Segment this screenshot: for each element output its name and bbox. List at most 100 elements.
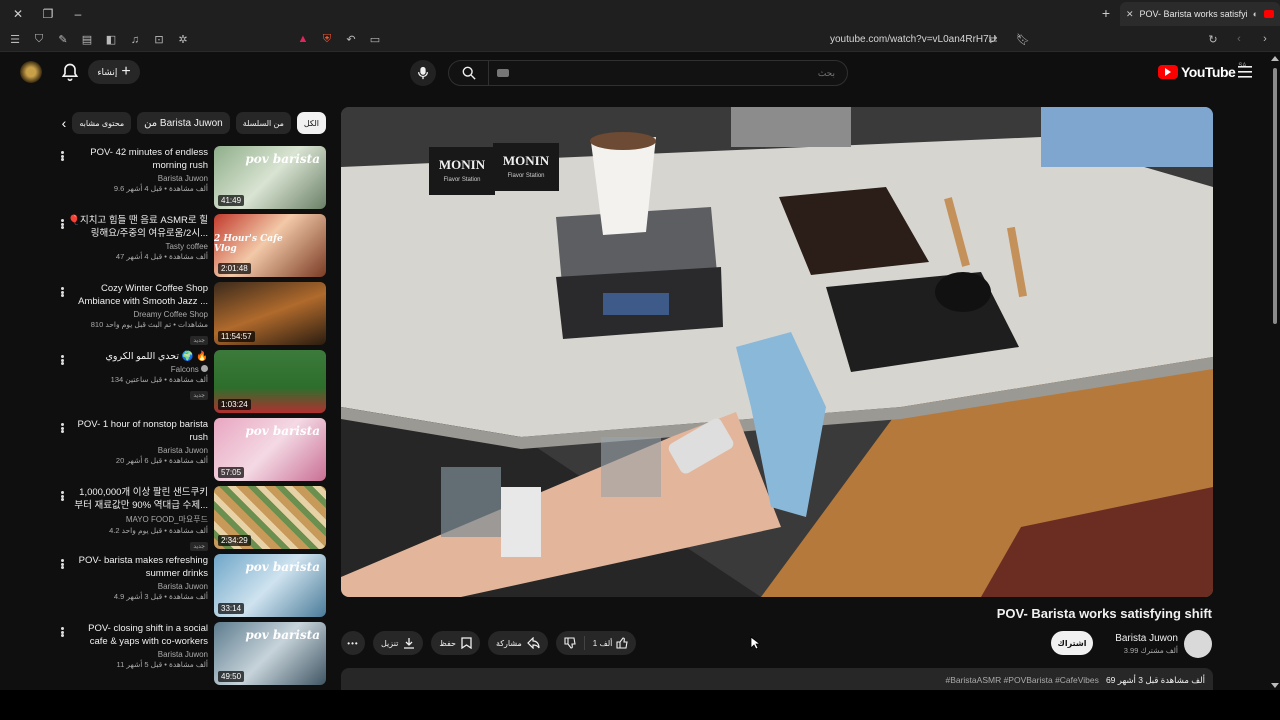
list-item[interactable]: Cozy Winter Coffee Shop Ambiance with Sm…	[50, 282, 326, 350]
more-options-icon[interactable]	[56, 422, 68, 434]
reload-icon[interactable]: ↻	[1206, 32, 1220, 46]
search-input[interactable]	[509, 68, 847, 78]
list-item[interactable]: 🎈지치고 힘들 땐 음료 ASMR로 힐링해요/주중의 여유로움/2시... T…	[50, 214, 326, 282]
description-box[interactable]: #BaristaASMR #POVBarista #CafeVibes 69 أ…	[341, 668, 1213, 692]
bookmark-icon[interactable]: 🔖︎	[1016, 32, 1030, 46]
rec-thumbnail[interactable]: pov barista 57:05	[214, 418, 326, 481]
more-options-icon[interactable]	[56, 218, 68, 230]
list-item[interactable]: POV- 1 hour of nonstop barista rush Bari…	[50, 418, 326, 486]
rec-title[interactable]: Cozy Winter Coffee Shop Ambiance with Sm…	[68, 282, 208, 308]
list-item[interactable]: تحدي اللمو الكروي 🌍 🔥 Falcons 134 ألف مش…	[50, 350, 326, 418]
aria-icon[interactable]: ▲	[296, 32, 310, 46]
account-avatar[interactable]	[20, 61, 42, 83]
subscribe-button[interactable]: اشتراك	[1051, 631, 1093, 655]
scrollbar-thumb[interactable]	[1273, 68, 1277, 324]
voice-search-button[interactable]	[410, 60, 436, 86]
rec-channel[interactable]: MAYO FOOD_마요푸드	[68, 514, 208, 525]
rec-thumbnail[interactable]: pov barista 33:14	[214, 554, 326, 617]
rec-channel[interactable]: Falcons	[68, 365, 208, 374]
list-item[interactable]: POV- barista makes refreshing summer dri…	[50, 554, 326, 622]
rec-channel[interactable]: Barista Juwon	[68, 446, 208, 455]
address-settings-icon[interactable]: ⇄	[986, 32, 1000, 46]
save-button[interactable]: حفظ	[431, 631, 480, 655]
rec-channel[interactable]: Barista Juwon	[68, 582, 208, 591]
keyboard-icon[interactable]	[497, 69, 509, 77]
youtube-logo[interactable]: YouTube SA	[1158, 63, 1246, 80]
rec-thumbnail[interactable]: 1:03:24	[214, 350, 326, 413]
more-options-icon[interactable]	[56, 626, 68, 638]
rec-title[interactable]: 🎈지치고 힘들 땐 음료 ASMR로 힐링해요/주중의 여유로움/2시...	[68, 214, 208, 240]
rec-title[interactable]: POV- 42 minutes of endless morning rush	[68, 146, 208, 172]
brave-shield-icon[interactable]: ⛨	[320, 32, 334, 46]
create-button[interactable]: إنشاء +	[88, 60, 140, 84]
browser-tab-active[interactable]: ✕ POV- Barista works satisfying ◐	[1120, 2, 1280, 26]
cast-icon[interactable]: ▭	[368, 32, 382, 46]
rec-thumbnail[interactable]: pov barista 49:50	[214, 622, 326, 685]
rec-title[interactable]: تحدي اللمو الكروي 🌍 🔥	[68, 350, 208, 363]
extensions-icon[interactable]: ✎	[56, 33, 70, 47]
chip-from-series[interactable]: من السلسلة	[235, 112, 291, 134]
rec-channel[interactable]: Barista Juwon	[68, 174, 208, 183]
close-window-icon[interactable]: ✕	[10, 6, 26, 22]
restore-window-icon[interactable]: ❐	[40, 6, 56, 22]
download-button[interactable]: تنزيل	[373, 631, 424, 655]
description-tags[interactable]: #BaristaASMR #POVBarista #CafeVibes	[945, 675, 1098, 685]
rec-thumbnail[interactable]: 2 Hour's Cafe Vlog 2:01:48	[214, 214, 326, 277]
more-actions-button[interactable]: •••	[341, 631, 365, 655]
more-options-icon[interactable]	[56, 490, 68, 502]
tab-audio-icon[interactable]: ◐	[1253, 9, 1258, 19]
rec-channel[interactable]: Tasty coffee	[68, 242, 208, 251]
scroll-up-arrow-icon[interactable]	[1271, 56, 1279, 61]
chip-related[interactable]: محتوى مشابه	[72, 112, 132, 134]
list-item[interactable]: POV- closing shift in a social cafe & ya…	[50, 622, 326, 690]
more-options-icon[interactable]	[56, 286, 68, 298]
owner-channel-name[interactable]: Barista Juwon	[1115, 633, 1178, 644]
more-options-icon[interactable]	[56, 150, 68, 162]
chip-from-channel[interactable]: من Barista Juwon	[137, 112, 230, 134]
rec-title[interactable]: POV- barista makes refreshing summer dri…	[68, 554, 208, 580]
rec-channel[interactable]: Dreamy Coffee Shop	[68, 310, 208, 319]
search-button[interactable]	[449, 61, 489, 85]
chip-all[interactable]: الكل	[296, 112, 326, 134]
share-button[interactable]: مشاركة	[487, 631, 548, 655]
back-icon[interactable]: ‹	[1232, 32, 1246, 46]
address-bar[interactable]: youtube.com/watch?v=vL0an4RrH7U	[830, 34, 996, 45]
tab-close-icon[interactable]: ✕	[1126, 9, 1134, 20]
notifications-bell-icon[interactable]	[60, 62, 80, 82]
rec-title[interactable]: 1,000,000개 이상 팔린 샌드쿠키 부터 재료값만 90% 역대급 수제…	[68, 486, 208, 512]
guide-menu-icon[interactable]	[1238, 66, 1252, 78]
tabs-icon[interactable]: ▤	[80, 33, 94, 47]
channel-avatar[interactable]	[1184, 630, 1212, 658]
more-options-icon[interactable]	[56, 354, 68, 366]
new-tab-button[interactable]: +	[1102, 5, 1110, 21]
music-icon[interactable]: ♫	[128, 33, 142, 47]
minimize-window-icon[interactable]: –	[70, 6, 86, 22]
duration-badge: 11:54:57	[218, 331, 255, 342]
shield-icon[interactable]: ⛉	[32, 33, 46, 47]
page-scrollbar[interactable]	[1270, 54, 1280, 690]
rec-channel[interactable]: Barista Juwon	[68, 650, 208, 659]
video-owner[interactable]: Barista Juwon 3.99 ألف مشترك	[1115, 630, 1212, 658]
rec-thumbnail[interactable]: 11:54:57	[214, 282, 326, 345]
list-item[interactable]: 1,000,000개 이상 팔린 샌드쿠키 부터 재료값만 90% 역대급 수제…	[50, 486, 326, 554]
rec-title[interactable]: POV- 1 hour of nonstop barista rush	[68, 418, 208, 444]
puzzle-icon[interactable]: ✲	[176, 33, 190, 47]
rec-channel-name[interactable]: Falcons	[171, 365, 199, 374]
list-item[interactable]: POV- 42 minutes of endless morning rush …	[50, 146, 326, 214]
rec-thumbnail[interactable]: 2:34:29	[214, 486, 326, 549]
dislike-button[interactable]	[556, 631, 584, 655]
more-options-icon[interactable]	[56, 558, 68, 570]
video-player[interactable]: MONIN Flavor Station MONIN Flavor Statio…	[341, 107, 1213, 597]
duration-badge: 41:49	[218, 195, 245, 206]
like-button[interactable]: 1 ألف	[585, 631, 637, 655]
sidebar-icon[interactable]: ◧	[104, 33, 118, 47]
undo-icon[interactable]: ↶	[344, 32, 358, 46]
youtube-play-logo-icon	[1158, 65, 1178, 79]
scroll-down-arrow-icon[interactable]	[1271, 683, 1279, 688]
menu-icon[interactable]: ☰	[8, 33, 22, 47]
screenshot-icon[interactable]: ⊡	[152, 33, 166, 47]
forward-icon[interactable]: ›	[1258, 32, 1272, 46]
rec-thumbnail[interactable]: pov barista 41:49	[214, 146, 326, 209]
rec-title[interactable]: POV- closing shift in a social cafe & ya…	[68, 622, 208, 648]
chips-scroll-left-icon[interactable]: ‹	[62, 112, 67, 134]
